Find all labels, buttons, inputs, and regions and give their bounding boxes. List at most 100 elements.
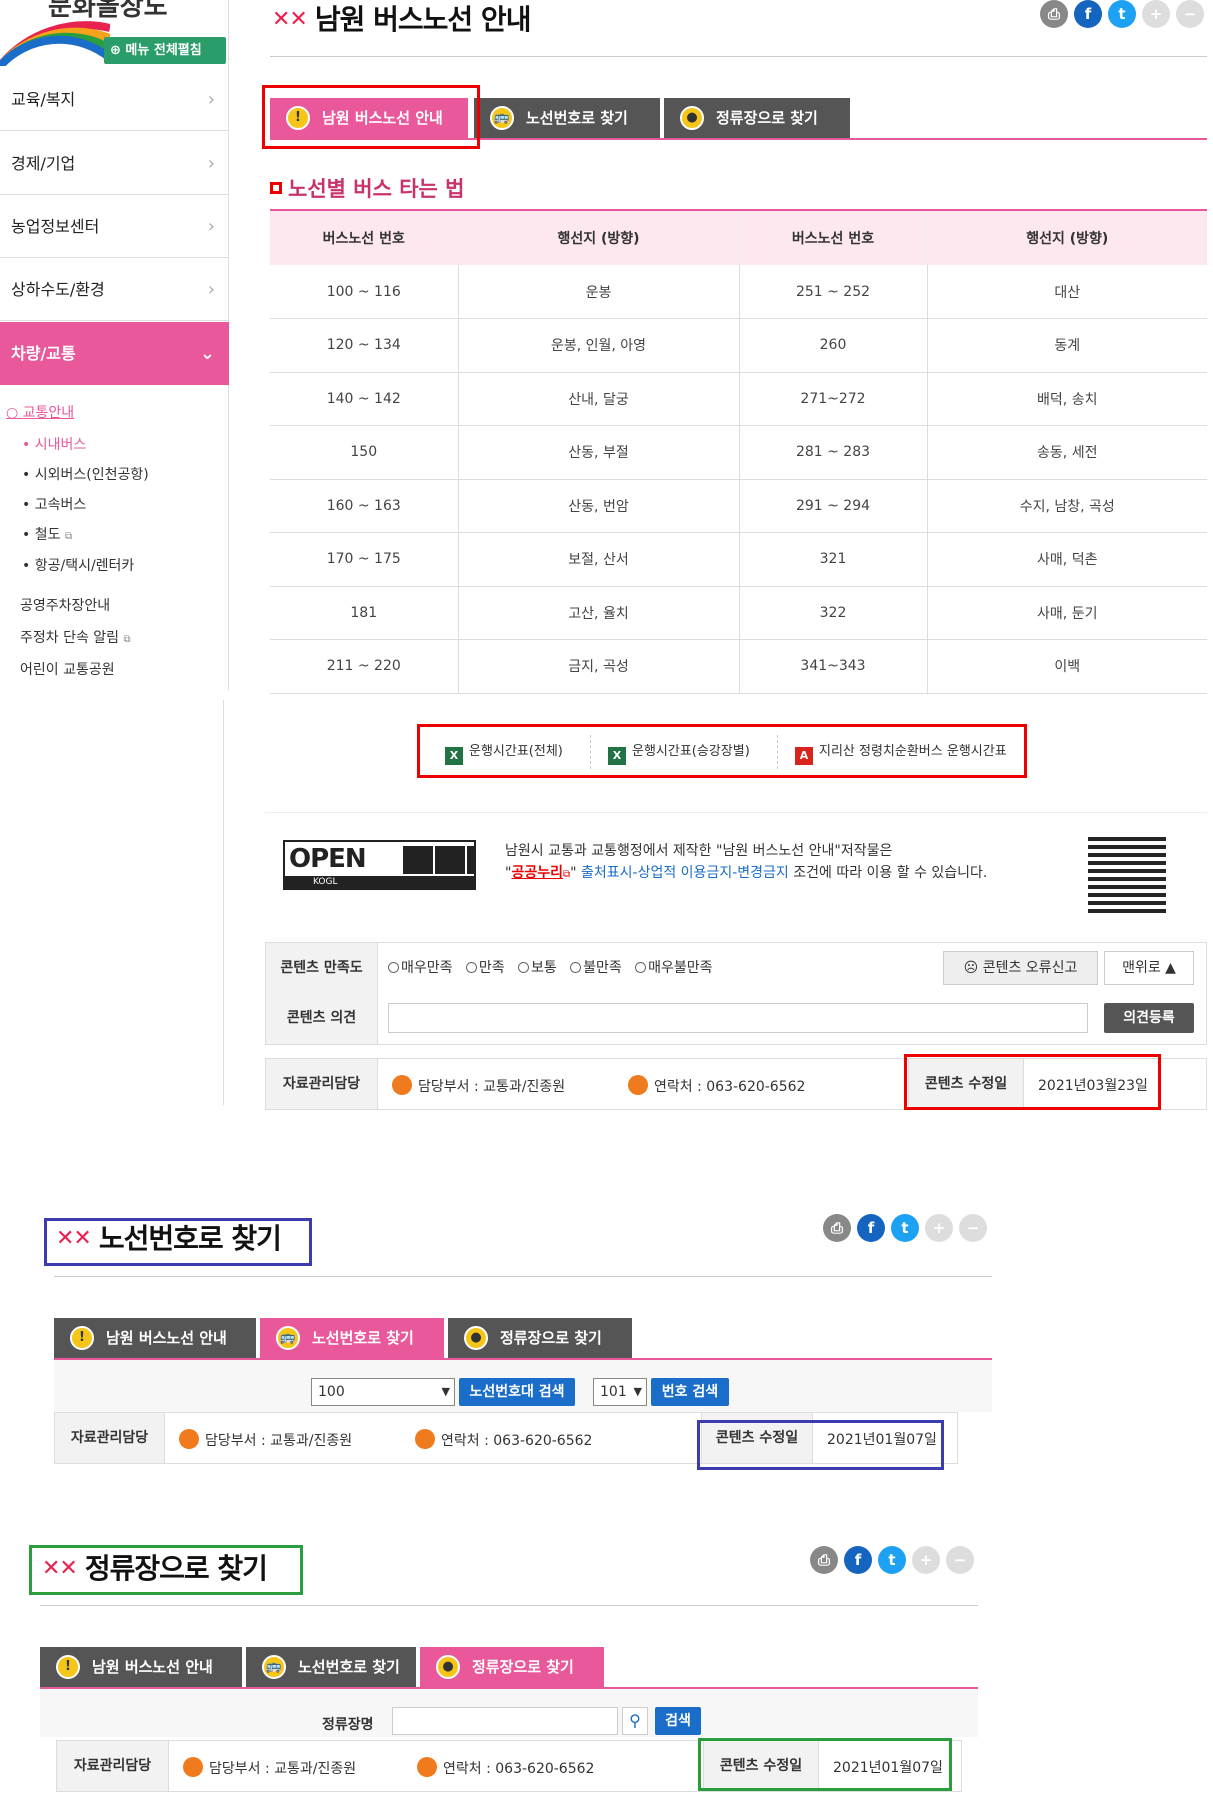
twitter-icon[interactable]: t [878, 1546, 906, 1574]
route-number-select[interactable]: 101 ▼ [593, 1378, 647, 1406]
divider [265, 812, 1207, 813]
print-icon[interactable]: ⎙ [1040, 0, 1068, 28]
satisfaction-label: 콘텐츠 만족도 [266, 943, 378, 993]
bus-icon: 🚌 [276, 1326, 300, 1350]
table-row: 100 ~ 116 운봉 251 ~ 252 대산 [270, 265, 1207, 319]
chevron-right-icon: › [207, 153, 215, 174]
sidebar-traffic-park[interactable]: 어린이 교통공원 [20, 659, 115, 679]
minus-icon[interactable]: − [946, 1546, 974, 1574]
facebook-icon[interactable]: f [844, 1546, 872, 1574]
print-icon[interactable]: ⎙ [823, 1214, 851, 1242]
tab-route-number[interactable]: 🚌 노선번호로 찾기 [260, 1318, 446, 1358]
share-bar: ⎙ f t + − [823, 1214, 993, 1242]
twitter-icon[interactable]: t [891, 1214, 919, 1242]
license-conditions: 출처표시-상업적 이용금지-변경금지 [581, 865, 789, 881]
stop-icon: ● [680, 106, 704, 130]
route-range-select[interactable]: 100 ▼ [311, 1378, 455, 1406]
tab-route-info[interactable]: ! 남원 버스노선 안내 [54, 1318, 258, 1358]
kogl-open-text: OPEN [289, 844, 367, 874]
download-jirisan-timetable[interactable]: A 지리산 정령치순환버스 운행시간표 [795, 730, 1007, 773]
error-report-button[interactable]: ☹ 콘텐츠 오류신고 [943, 951, 1098, 985]
radio-dissatisfied[interactable]: 불만족 [570, 960, 622, 976]
plus-icon[interactable]: + [912, 1546, 940, 1574]
sidebar-parking-alert[interactable]: 주정차 단속 알림 ⧉ [20, 627, 131, 647]
sidebar-sub-city-bus[interactable]: • 시내버스 [22, 434, 86, 454]
table-cell: 산동, 번암 [458, 479, 740, 533]
route-table: 버스노선 번호 행선지 (방향) 버스노선 번호 행선지 (방향) 100 ~ … [270, 209, 1207, 694]
facebook-icon[interactable]: f [857, 1214, 885, 1242]
table-cell: 동계 [927, 318, 1207, 373]
location-pin-icon[interactable]: ⚲ [622, 1707, 648, 1735]
radio-very-satisfied[interactable]: 매우만족 [388, 960, 453, 976]
table-cell: 이백 [927, 639, 1207, 694]
sidebar-sub-air-taxi[interactable]: • 항공/택시/렌터카 [22, 555, 134, 575]
square-bullet-icon [270, 182, 282, 194]
minus-icon[interactable]: − [1176, 0, 1204, 28]
divider [777, 735, 778, 769]
table-cell: 운봉 [458, 265, 740, 319]
radio-satisfied[interactable]: 만족 [465, 960, 505, 976]
stop-icon: ● [436, 1655, 460, 1679]
radio-very-dissatisfied[interactable]: 매우불만족 [635, 960, 713, 976]
chevron-down-icon: ▼ [441, 1385, 450, 1398]
license-line2-end: 조건에 따라 이용 할 수 있습니다. [793, 865, 988, 881]
logo-title: 문화올장도 [48, 0, 168, 22]
opinion-submit-button[interactable]: 의견등록 [1104, 1003, 1194, 1033]
stop-search-button[interactable]: 검색 [655, 1707, 701, 1735]
table-cell: 수지, 남창, 곡성 [927, 479, 1207, 533]
route-number-search-button[interactable]: 번호 검색 [651, 1378, 729, 1406]
person-icon [179, 1429, 199, 1449]
opinion-input[interactable] [388, 1003, 1088, 1033]
stop-name-input[interactable] [392, 1707, 618, 1735]
facebook-icon[interactable]: f [1074, 0, 1102, 28]
sidebar-item-economy[interactable]: 경제/기업 › [0, 132, 229, 195]
tab-bus-stop[interactable]: ● 정류장으로 찾기 [420, 1647, 606, 1687]
sidebar-item-water[interactable]: 상하수도/환경 › [0, 258, 229, 321]
tab-route-number[interactable]: 🚌 노선번호로 찾기 [474, 98, 662, 138]
opinion-row: 콘텐츠 의견 의견등록 [265, 993, 1207, 1045]
gonggong-nuri-link[interactable]: 공공누리 [511, 865, 563, 881]
twitter-icon[interactable]: t [1108, 0, 1136, 28]
tab-route-info[interactable]: ! 남원 버스노선 안내 [40, 1647, 244, 1687]
plus-icon[interactable]: + [925, 1214, 953, 1242]
print-icon[interactable]: ⎙ [810, 1546, 838, 1574]
table-cell: 배덕, 송치 [927, 372, 1207, 426]
route-range-search-button[interactable]: 노선번호대 검색 [459, 1378, 575, 1406]
download-timetable-stop[interactable]: X 운행시간표(승강장별) [608, 730, 750, 773]
table-row: 120 ~ 134 운봉, 인월, 아영 260 동계 [270, 318, 1207, 373]
menu-all-button[interactable]: ⊕ 메뉴 전체펼침 [104, 37, 226, 64]
tab-bus-stop[interactable]: ● 정류장으로 찾기 [448, 1318, 634, 1358]
tab-route-number[interactable]: 🚌 노선번호로 찾기 [246, 1647, 418, 1687]
tab-bus-stop[interactable]: ● 정류장으로 찾기 [664, 98, 852, 138]
top-button[interactable]: 맨위로 ▲ [1104, 951, 1194, 985]
sidebar-sub-traffic-info[interactable]: ○ 교통안내 [6, 402, 74, 422]
double-x-icon: ✕✕ [272, 7, 308, 32]
contact-text: 연락처 : 063-620-6562 [417, 1757, 594, 1778]
dept-text: 담당부서 : 교통과/진종원 [179, 1429, 352, 1450]
highlight-box [44, 1218, 312, 1266]
dept-text: 담당부서 : 교통과/진종원 [183, 1757, 356, 1778]
phone-icon [415, 1429, 435, 1449]
table-row: 170 ~ 175 보절, 산서 321 사매, 덕촌 [270, 532, 1207, 587]
table-cell: 291 ~ 294 [739, 479, 928, 533]
logo: 문화올장도 ⊕ 메뉴 전체펼침 [0, 0, 229, 66]
dept-text: 담당부서 : 교통과/진종원 [392, 1075, 565, 1096]
sidebar-sub-express-bus[interactable]: • 고속버스 [22, 494, 86, 514]
table-cell: 산동, 부절 [458, 425, 740, 480]
sidebar-item-agriculture[interactable]: 농업정보센터 › [0, 195, 229, 258]
sidebar-sub-intercity-bus[interactable]: • 시외버스(인천공항) [22, 464, 149, 484]
download-timetable-all[interactable]: X 운행시간표(전체) [445, 730, 563, 773]
minus-icon[interactable]: − [959, 1214, 987, 1242]
info-icon: ! [56, 1655, 80, 1679]
sidebar-sub-rail[interactable]: • 철도 ⧉ [22, 524, 72, 544]
table-cell: 고산, 율치 [458, 586, 740, 640]
sidebar-item-education[interactable]: 교육/복지 › [0, 68, 229, 131]
highlight-box [904, 1054, 1161, 1110]
new-window-icon: ⧉ [123, 634, 131, 645]
sidebar-parking[interactable]: 공영주차장안내 [20, 595, 110, 615]
plus-icon[interactable]: + [1142, 0, 1170, 28]
sad-face-icon: ☹ [963, 960, 979, 976]
radio-normal[interactable]: 보통 [518, 960, 557, 976]
sidebar-item-traffic[interactable]: 차량/교통 ⌄ [0, 322, 229, 385]
column-header: 버스노선 번호 [739, 209, 928, 265]
